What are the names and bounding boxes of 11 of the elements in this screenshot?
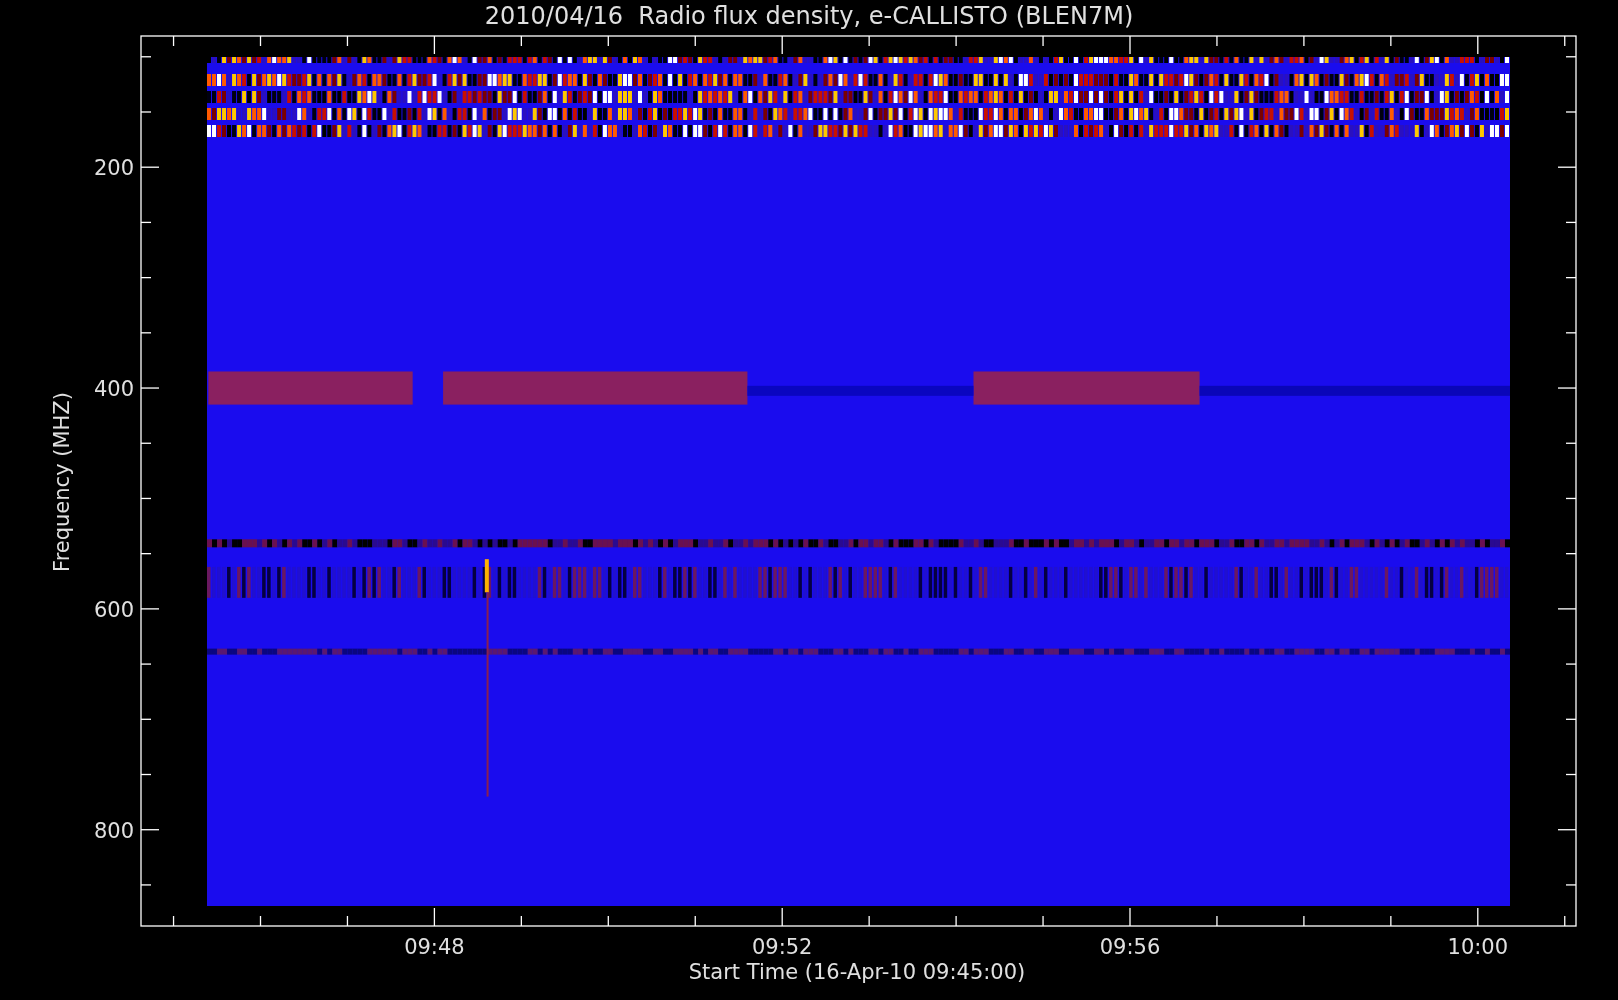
tick-label: 600 [93, 597, 134, 622]
plot-title: 2010/04/16 Radio flux density, e-CALLISTO (BLEN7M) [484, 2, 1134, 30]
tick-label: 09:56 [1099, 935, 1161, 959]
tick-label: 200 [93, 156, 134, 181]
tick-label: 800 [93, 818, 134, 843]
axis-label: Frequency (MHZ) [50, 392, 74, 572]
tick-label: 400 [93, 377, 134, 402]
tick-label: 10:00 [1447, 935, 1509, 959]
tick-label: 09:52 [751, 935, 813, 959]
axis-label: Start Time (16-Apr-10 09:45:00) [688, 960, 1026, 984]
tick-label: 09:48 [404, 935, 465, 959]
